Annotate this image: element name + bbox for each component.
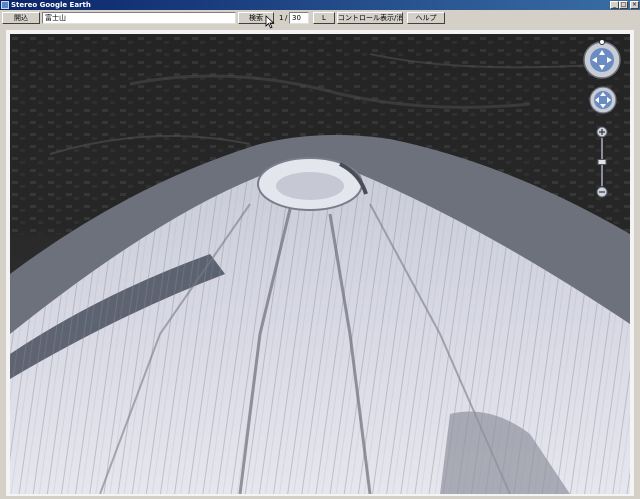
move-arrows-icon[interactable] [589,86,617,114]
toolbar: 開込 富士山 検索 1 / 30 L コントロール表示/消去 ヘルプ [0,10,640,26]
open-button[interactable]: 開込 [2,12,40,24]
page-current: 1 [279,14,284,22]
toggle-controls-button[interactable]: コントロール表示/消去 [337,12,403,24]
minus-icon[interactable] [596,186,608,198]
title-bar: Stereo Google Earth _ □ × [0,0,640,10]
help-button[interactable]: ヘルプ [407,12,445,24]
look-control[interactable] [582,40,622,80]
move-control[interactable] [589,86,617,114]
small-button[interactable]: L [313,12,335,24]
window-title: Stereo Google Earth [11,1,91,9]
page-total-input[interactable]: 30 [289,12,309,24]
zoom-slider[interactable] [595,126,609,198]
maximize-button[interactable]: □ [619,1,628,9]
zoom-thumb[interactable] [597,159,607,165]
mountain-imagery [10,34,630,494]
earth-view[interactable] [10,34,630,494]
app-icon [1,1,9,9]
look-around-icon[interactable] [582,40,622,80]
close-button[interactable]: × [630,1,639,9]
minimize-button[interactable]: _ [610,1,619,9]
map-frame [6,30,634,496]
plus-icon[interactable] [596,126,608,138]
page-separator: / [285,14,288,22]
search-input[interactable]: 富士山 [42,12,236,24]
